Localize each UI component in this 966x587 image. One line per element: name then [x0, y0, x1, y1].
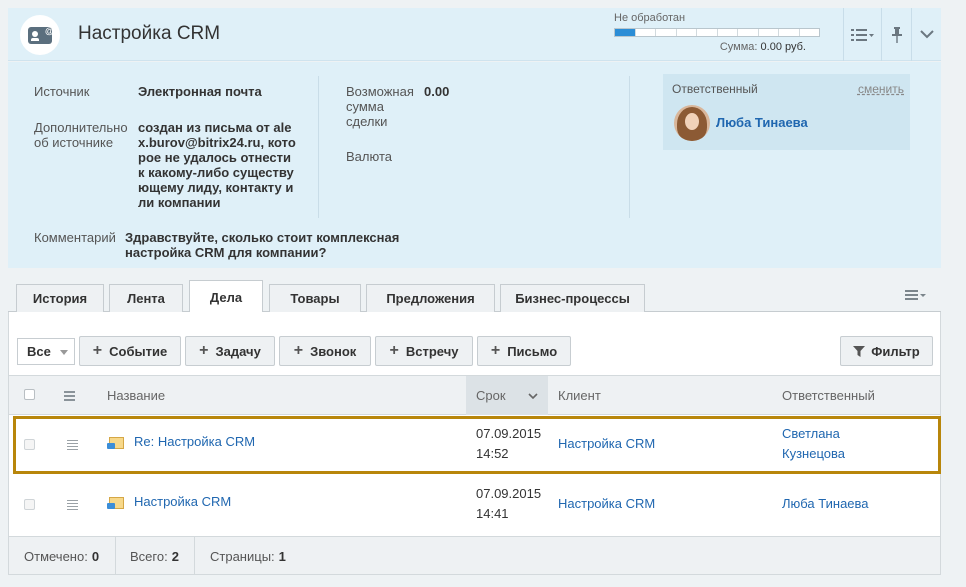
tab-proposals[interactable]: Предложения	[366, 284, 495, 312]
client-link[interactable]: Настройка CRM	[558, 434, 655, 454]
entity-header: @ Настройка CRM Не обработан Сумма: 0.00…	[8, 8, 941, 61]
tab-business-processes[interactable]: Бизнес-процессы	[500, 284, 645, 312]
table-header: Название Срок Клиент Ответственный	[9, 375, 940, 415]
amount-label: Возможная сумма сделки	[346, 84, 414, 129]
footer-divider	[115, 537, 116, 575]
filter-icon	[853, 345, 866, 357]
list-settings-icon[interactable]	[843, 8, 881, 61]
plus-icon: +	[199, 342, 209, 359]
responsible-box: Ответственный сменить Люба Тинаева	[663, 74, 910, 150]
header-tools	[843, 8, 941, 61]
activity-title-link[interactable]: Настройка CRM	[134, 492, 231, 512]
column-header-title[interactable]: Название	[107, 388, 165, 403]
table-row[interactable]: Re: Настройка CRM 07.09.2015 14:52 Настр…	[9, 416, 940, 474]
source-extra-value: создан из письма от ale x.burov@bitrix24…	[138, 120, 296, 210]
tab-history[interactable]: История	[16, 284, 104, 312]
status-step[interactable]	[738, 29, 759, 36]
status-step[interactable]	[697, 29, 718, 36]
column-header-client[interactable]: Клиент	[558, 388, 601, 403]
page-title: Настройка CRM	[78, 23, 221, 44]
responsible-name-link[interactable]: Люба Тинаева	[716, 115, 808, 130]
row-checkbox[interactable]	[24, 499, 35, 510]
column-header-responsible[interactable]: Ответственный	[782, 388, 875, 403]
sort-desc-icon[interactable]	[528, 393, 538, 399]
row-checkbox[interactable]	[24, 439, 35, 450]
plus-icon: +	[293, 342, 304, 359]
footer-divider	[194, 537, 195, 575]
column-header-deadline[interactable]: Срок	[476, 388, 506, 403]
status-bar[interactable]	[614, 28, 820, 37]
status-label: Не обработан	[614, 12, 686, 24]
comment-value: Здравствуйте, сколько стоит комплексная …	[125, 230, 400, 260]
select-all-checkbox[interactable]	[24, 389, 35, 400]
tabs-menu-icon[interactable]	[905, 288, 927, 304]
column-divider	[629, 76, 630, 218]
avatar[interactable]	[674, 105, 710, 141]
status-step[interactable]	[779, 29, 800, 36]
responsible-link[interactable]: Люба Тинаева	[782, 494, 869, 514]
add-task-button[interactable]: + Задачу	[185, 336, 275, 366]
column-divider	[318, 76, 319, 218]
status-progress[interactable]: Не обработан Сумма: 0.00 руб.	[614, 12, 824, 53]
email-activity-icon	[107, 497, 124, 509]
status-step[interactable]	[676, 29, 697, 36]
status-step[interactable]	[615, 29, 636, 36]
row-menu-icon[interactable]	[67, 500, 78, 510]
entity-info-panel: Источник Электронная почта Дополнительно…	[8, 62, 941, 268]
sum-value: 0.00 руб.	[760, 41, 806, 53]
plus-icon: +	[389, 342, 399, 359]
column-settings-icon[interactable]	[64, 391, 75, 401]
grid-footer: Отмечено: 0 Всего: 2 Страницы: 1	[9, 536, 940, 575]
source-value: Электронная почта	[138, 84, 262, 99]
source-extra-label: Дополнительно об источнике	[34, 120, 128, 150]
status-step[interactable]	[717, 29, 738, 36]
status-step[interactable]	[656, 29, 677, 36]
total-count: Всего: 2	[130, 549, 179, 564]
sum-line: Сумма: 0.00 руб.	[614, 41, 824, 53]
activity-deadline: 07.09.2015 14:52	[476, 426, 542, 461]
tab-products[interactable]: Товары	[269, 284, 361, 312]
change-responsible-link[interactable]: сменить	[858, 82, 904, 96]
add-call-button[interactable]: + Звонок	[279, 336, 371, 366]
plus-icon: +	[490, 342, 501, 359]
responsible-title: Ответственный	[672, 82, 758, 96]
comment-label: Комментарий	[34, 230, 116, 245]
row-menu-icon[interactable]	[67, 440, 78, 450]
collapse-chevron-icon[interactable]	[911, 8, 941, 61]
status-step[interactable]	[635, 29, 656, 36]
pin-icon[interactable]	[881, 8, 911, 61]
add-event-button[interactable]: + Событие	[79, 336, 181, 366]
source-label: Источник	[34, 84, 90, 99]
status-step[interactable]	[758, 29, 779, 36]
email-activity-icon	[107, 437, 124, 449]
add-email-button[interactable]: + Письмо	[477, 336, 571, 366]
currency-label: Валюта	[346, 149, 392, 164]
add-meeting-button[interactable]: + Встречу	[375, 336, 473, 366]
filter-button[interactable]: Фильтр	[840, 336, 933, 366]
activity-deadline: 07.09.2015 14:41	[476, 486, 542, 521]
activity-title-link[interactable]: Re: Настройка CRM	[134, 432, 255, 452]
responsible-link[interactable]: Светлана Кузнецова	[782, 424, 845, 464]
tab-activities[interactable]: Дела	[189, 280, 263, 313]
amount-value: 0.00	[424, 84, 450, 99]
tab-bar: История Лента Дела Товары Предложения Би…	[8, 280, 941, 313]
sum-label: Сумма:	[719, 41, 758, 53]
activities-grid: Все + Событие + Задачу + Звонок + Встречу + П…	[8, 312, 941, 575]
table-row[interactable]: Настройка CRM 07.09.2015 14:41 Настройка…	[9, 476, 940, 534]
activity-type-select[interactable]: Все	[17, 338, 75, 365]
pages-count: Страницы: 1	[210, 549, 286, 564]
tab-feed[interactable]: Лента	[109, 284, 183, 312]
status-step[interactable]	[799, 29, 819, 36]
chevron-down-icon	[60, 350, 68, 355]
selected-count: Отмечено: 0	[24, 549, 100, 564]
client-link[interactable]: Настройка CRM	[558, 494, 655, 514]
plus-icon: +	[92, 342, 103, 359]
crm-lead-icon: @	[20, 15, 60, 55]
